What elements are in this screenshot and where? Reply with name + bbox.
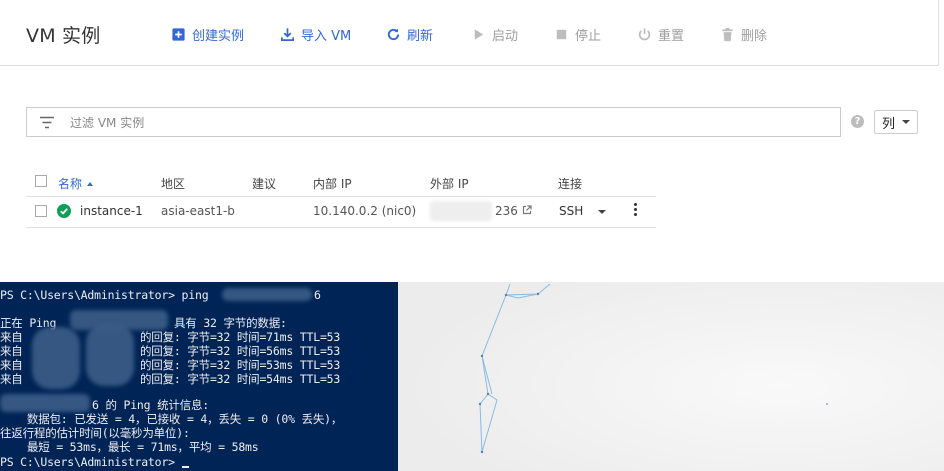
filter-bar xyxy=(26,107,841,137)
start-button[interactable]: 启动 xyxy=(471,24,518,44)
instance-name-link[interactable]: instance-1 xyxy=(80,204,143,218)
columns-button[interactable]: 列 xyxy=(874,110,918,134)
terminal-text: 的回复: 字节=32 时间=56ms TTL=53 xyxy=(140,344,341,358)
import-vm-label: 导入 VM xyxy=(301,28,352,44)
wallpaper-lines-graphic xyxy=(398,282,944,471)
text-cursor xyxy=(181,466,189,468)
help-icon[interactable]: ? xyxy=(851,115,864,128)
filter-icon xyxy=(40,116,54,129)
zone-column-header[interactable]: 地区 xyxy=(161,175,185,192)
columns-label: 列 xyxy=(881,116,895,132)
trash-icon xyxy=(722,27,733,41)
external-ip-column-header[interactable]: 外部 IP xyxy=(430,175,469,192)
instance-internal-ip: 10.140.0.2 (nic0) xyxy=(313,204,417,218)
row-checkbox[interactable] xyxy=(35,205,47,217)
table-header: 名称 地区 建议 内部 IP 外部 IP 连接 xyxy=(26,168,656,197)
table-row: instance-1 asia-east1-b 10.140.0.2 (nic0… xyxy=(26,197,656,228)
sort-ascending-icon xyxy=(87,182,94,186)
instance-external-ip[interactable]: 236 xyxy=(495,204,518,218)
internal-ip-column-header[interactable]: 内部 IP xyxy=(313,175,352,192)
create-instance-label: 创建实例 xyxy=(192,28,245,44)
add-box-icon xyxy=(172,27,185,41)
toolbar: VM 实例 创建实例 导入 VM 刷新 启动 停止 重置 删除 xyxy=(0,0,939,66)
stop-button[interactable]: 停止 xyxy=(554,24,601,44)
import-icon xyxy=(281,27,294,41)
select-all-checkbox[interactable] xyxy=(35,175,47,187)
refresh-label: 刷新 xyxy=(407,28,434,44)
delete-label: 删除 xyxy=(741,28,768,44)
power-icon xyxy=(638,27,651,40)
terminal-text: 来自 xyxy=(0,344,23,358)
terminal-text: 的回复: 字节=32 时间=71ms TTL=53 xyxy=(140,330,341,344)
terminal-current-prompt: PS C:\Users\Administrator> xyxy=(0,455,189,469)
terminal-text: 6 的 Ping 统计信息: xyxy=(92,398,210,412)
start-label: 启动 xyxy=(492,28,519,44)
terminal-text: 来自 xyxy=(0,358,23,372)
reset-button[interactable]: 重置 xyxy=(637,24,684,44)
connect-column-header[interactable]: 连接 xyxy=(558,175,582,192)
external-link-icon[interactable] xyxy=(522,205,532,215)
stop-label: 停止 xyxy=(575,28,602,44)
terminal-text: 数据包: 已发送 = 4，已接收 = 4，丢失 = 0 (0% 丢失)， xyxy=(0,412,343,426)
name-header-label: 名称 xyxy=(58,177,83,191)
redacted-external-ip xyxy=(430,201,492,221)
page-title: VM 实例 xyxy=(26,25,101,47)
filter-input[interactable] xyxy=(68,113,792,133)
delete-button[interactable]: 删除 xyxy=(720,24,767,44)
status-check-icon xyxy=(57,204,71,218)
import-vm-button[interactable]: 导入 VM xyxy=(280,24,351,44)
recommendation-column-header[interactable]: 建议 xyxy=(252,175,276,192)
name-column-header[interactable]: 名称 xyxy=(58,175,94,192)
chevron-down-icon xyxy=(902,120,910,124)
terminal-text: 来自 xyxy=(0,372,23,386)
terminal-text: 来自 xyxy=(0,330,23,344)
reset-label: 重置 xyxy=(658,28,685,44)
terminal-prompt-line: PS C:\Users\Administrator> ping xyxy=(0,288,209,302)
refresh-icon xyxy=(387,28,400,40)
terminal-text: 6 xyxy=(314,288,321,302)
terminal-text: 的回复: 字节=32 时间=54ms TTL=53 xyxy=(140,372,341,386)
play-icon xyxy=(474,28,484,40)
powershell-terminal[interactable]: PS C:\Users\Administrator> ping 6 正在 Pin… xyxy=(0,282,398,471)
terminal-text: 具有 32 字节的数据: xyxy=(174,316,287,330)
refresh-button[interactable]: 刷新 xyxy=(386,24,433,44)
instance-zone: asia-east1-b xyxy=(161,204,235,218)
terminal-text: 的回复: 字节=32 时间=53ms TTL=53 xyxy=(140,358,341,372)
more-vert-icon[interactable] xyxy=(634,203,638,219)
ssh-dropdown-icon[interactable] xyxy=(598,210,606,214)
terminal-text: 最短 = 53ms，最长 = 71ms，平均 = 58ms xyxy=(0,440,259,454)
stop-icon xyxy=(556,29,567,39)
desktop-wallpaper xyxy=(398,282,944,471)
ssh-label: SSH xyxy=(559,204,584,218)
create-instance-button[interactable]: 创建实例 xyxy=(171,24,244,44)
ssh-button[interactable]: SSH xyxy=(559,204,583,218)
terminal-text: 往返行程的估计时间(以毫秒为单位): xyxy=(0,426,190,440)
